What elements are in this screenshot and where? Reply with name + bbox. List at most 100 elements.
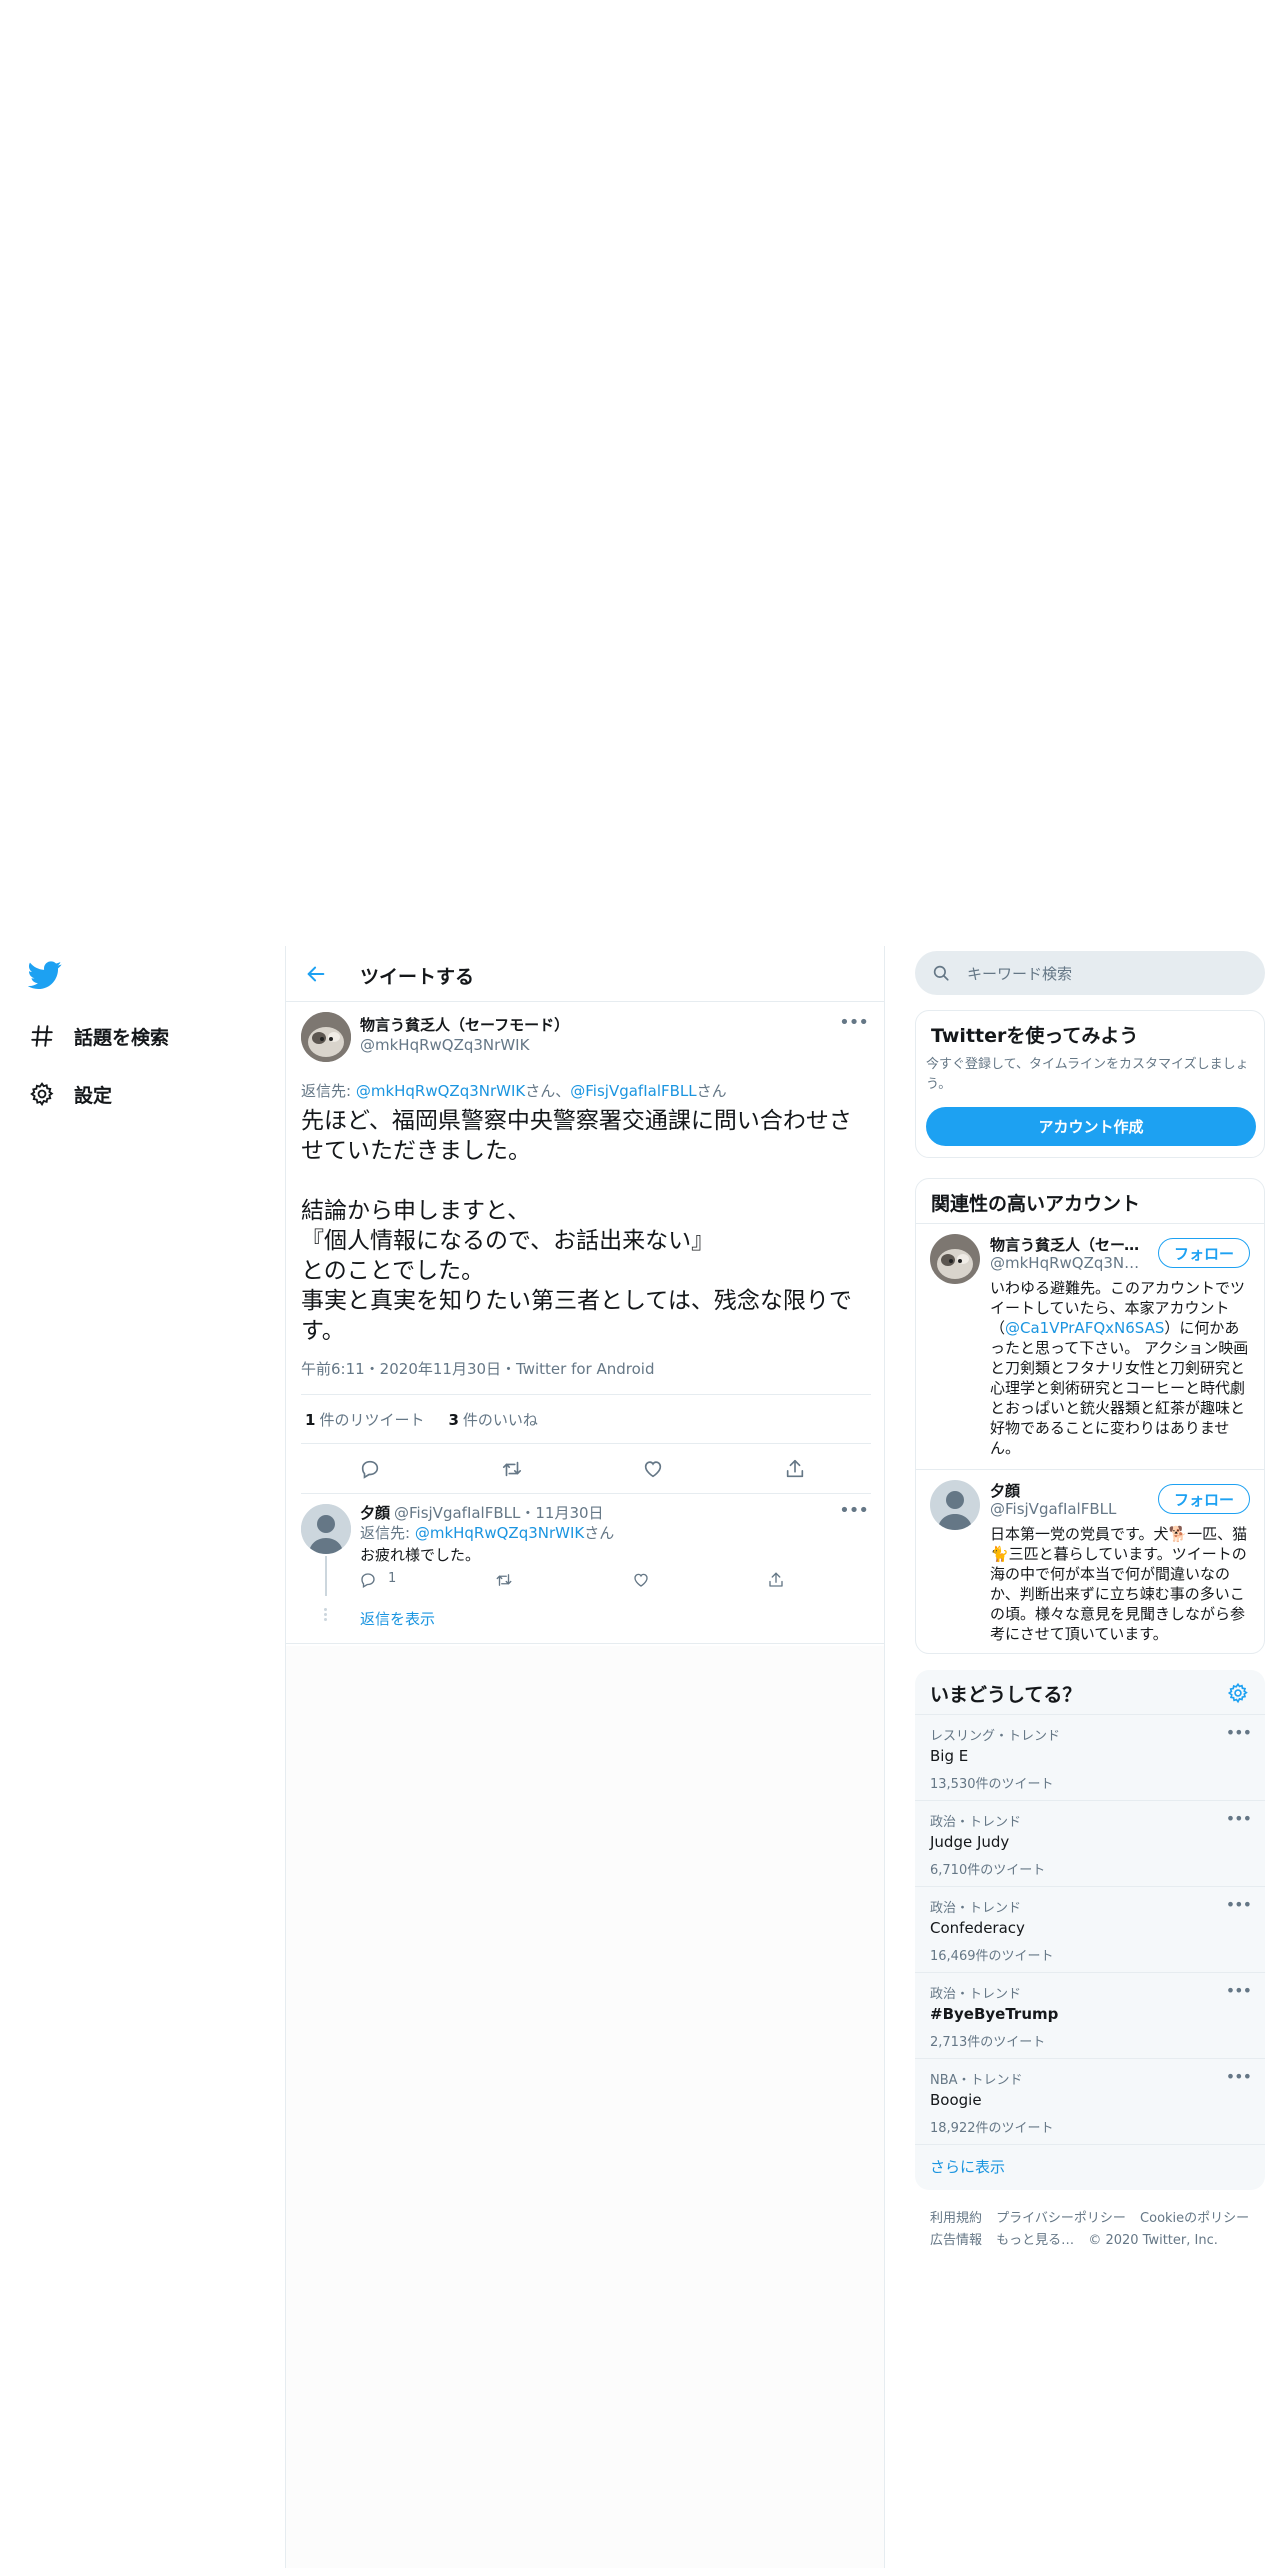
tweet-text: 先ほど、福岡県警察中央警察署交通課に問い合わせさせていただきました。 結論から申… bbox=[301, 1108, 852, 1344]
gear-icon[interactable] bbox=[1227, 1682, 1251, 1706]
trend-name: Big E bbox=[930, 1747, 969, 1765]
trends-title: いまどうしてる？ bbox=[930, 1684, 1082, 1706]
more-options-icon[interactable]: ••• bbox=[1226, 1895, 1252, 1914]
twitter-logo-icon[interactable] bbox=[27, 958, 62, 992]
footer-link[interactable]: Cookieのポリシー bbox=[1140, 2211, 1249, 2226]
more-options-icon[interactable]: ••• bbox=[1226, 1723, 1252, 1742]
more-options-icon[interactable]: ••• bbox=[1226, 1981, 1252, 2000]
like-stat[interactable]: 3 件のいいね bbox=[448, 1409, 537, 1430]
reply-count: 1 bbox=[388, 1571, 397, 1586]
more-options-icon[interactable]: ••• bbox=[1226, 1809, 1252, 1828]
trends-card: いまどうしてる？ レスリング・トレンド Big E 13,530件のツイート •… bbox=[915, 1670, 1265, 2190]
trend-name: Boogie bbox=[930, 2091, 982, 2109]
reply-to-line: 返信先: @mkHqRwQZq3NrWIKさん、@FisjVgafIalFBLL… bbox=[301, 1080, 727, 1101]
retweet-label: 件のリツイート bbox=[319, 1410, 425, 1429]
tweet-stats: 1 件のリツイート 3 件のいいね bbox=[301, 1394, 871, 1444]
like-count: 3 bbox=[448, 1410, 459, 1429]
search-input[interactable]: キーワード検索 bbox=[967, 963, 1072, 984]
share-icon[interactable] bbox=[782, 1456, 808, 1482]
retweet-count: 1 bbox=[305, 1410, 316, 1429]
trend-item[interactable]: 政治・トレンド Confederacy 16,469件のツイート ••• bbox=[915, 1886, 1265, 1972]
reply-user-link[interactable]: @mkHqRwQZq3NrWIK bbox=[356, 1082, 525, 1100]
right-column: キーワード検索 Twitterを使ってみよう 今すぐ登録して、タイムラインをカス… bbox=[915, 946, 1265, 2568]
retweet-stat[interactable]: 1 件のリツイート bbox=[305, 1409, 424, 1430]
like-icon[interactable] bbox=[631, 1570, 651, 1590]
related-title: 関連性の高いアカウント bbox=[931, 1193, 1141, 1215]
back-arrow-icon[interactable] bbox=[302, 960, 330, 988]
show-replies-link[interactable]: 返信を表示 bbox=[360, 1608, 435, 1629]
search-bar[interactable]: キーワード検索 bbox=[915, 951, 1265, 995]
thread-dots bbox=[323, 1606, 329, 1626]
avatar[interactable] bbox=[301, 1012, 351, 1062]
retweet-icon[interactable] bbox=[494, 1570, 514, 1590]
reply-author-name[interactable]: 夕顔 bbox=[360, 1502, 390, 1523]
tweet-author-name[interactable]: 物言う貧乏人（セーフモード） bbox=[360, 1014, 569, 1035]
more-options-icon[interactable]: ••• bbox=[839, 1500, 869, 1521]
header: ツイートする bbox=[286, 946, 884, 1002]
account-name[interactable]: 夕顔 bbox=[990, 1480, 1140, 1501]
follow-button[interactable]: フォロー bbox=[1158, 1238, 1250, 1268]
reply-user-link[interactable]: @mkHqRwQZq3NrWIK bbox=[415, 1524, 584, 1542]
reply-suffix: さん bbox=[696, 1082, 727, 1100]
like-label: 件のいいね bbox=[462, 1410, 538, 1429]
page-title: ツイートする bbox=[360, 966, 475, 988]
trend-item[interactable]: 政治・トレンド #ByeByeTrump 2,713件のツイート ••• bbox=[915, 1972, 1265, 2058]
footer-row: 利用規約 プライバシーポリシー Cookieのポリシー bbox=[930, 2208, 1260, 2230]
footer-link[interactable]: もっと見る… bbox=[996, 2233, 1074, 2248]
share-icon[interactable] bbox=[766, 1570, 786, 1590]
trend-item[interactable]: NBA・トレンド Boogie 18,922件のツイート ••• bbox=[915, 2058, 1265, 2144]
footer-row: 広告情報 もっと見る… © 2020 Twitter, Inc. bbox=[930, 2230, 1260, 2252]
tweet-timestamp[interactable]: 午前6:11・2020年11月30日・Twitter for Android bbox=[301, 1358, 654, 1379]
trend-item[interactable]: レスリング・トレンド Big E 13,530件のツイート ••• bbox=[915, 1714, 1265, 1800]
footer-link[interactable]: 広告情報 bbox=[930, 2233, 982, 2248]
reply-tweet[interactable]: 夕顔 @FisjVgafIalFBLL・11月30日 ••• 返信先: @mkH… bbox=[286, 1494, 884, 1644]
nav-settings-label: 設定 bbox=[74, 1084, 113, 1107]
account-item[interactable]: 夕顔 @FisjVgafIalFBLL フォロー 日本第一党の党員です。犬🐕一匹… bbox=[916, 1469, 1264, 1653]
thread-line bbox=[325, 1556, 327, 1596]
create-account-button[interactable]: アカウント作成 bbox=[926, 1107, 1256, 1146]
nav-settings[interactable]: 設定 bbox=[28, 1074, 112, 1114]
more-options-icon[interactable]: ••• bbox=[839, 1012, 869, 1033]
show-more-link[interactable]: さらに表示 bbox=[930, 2156, 1005, 2177]
trend-count: 13,530件のツイート bbox=[930, 1777, 1054, 1792]
avatar[interactable] bbox=[930, 1480, 980, 1530]
tweet-author-handle[interactable]: @mkHqRwQZq3NrWIK bbox=[360, 1036, 529, 1054]
avatar[interactable] bbox=[930, 1234, 980, 1284]
left-nav: 話題を検索 設定 bbox=[0, 946, 285, 2568]
bio-link[interactable]: @Ca1VPrAFQxN6SAS bbox=[1005, 1319, 1164, 1337]
reply-icon[interactable] bbox=[357, 1456, 383, 1482]
reply-icon[interactable] bbox=[358, 1570, 378, 1590]
signup-card: Twitterを使ってみよう 今すぐ登録して、タイムラインをカスタマイズしましょ… bbox=[915, 1010, 1265, 1158]
hashtag-icon bbox=[28, 1022, 56, 1050]
account-handle[interactable]: @FisjVgafIalFBLL bbox=[990, 1500, 1140, 1518]
like-icon[interactable] bbox=[640, 1456, 666, 1482]
account-handle[interactable]: @mkHqRwQZq3NrWIK bbox=[990, 1254, 1140, 1272]
trend-name: Judge Judy bbox=[930, 1833, 1010, 1851]
trend-category: 政治・トレンド bbox=[930, 1987, 1022, 2002]
follow-button[interactable]: フォロー bbox=[1158, 1484, 1250, 1514]
reply-author-handle[interactable]: @FisjVgafIalFBLL・11月30日 bbox=[394, 1502, 604, 1523]
footer-link[interactable]: プライバシーポリシー bbox=[996, 2211, 1126, 2226]
nav-explore-label: 話題を検索 bbox=[74, 1026, 170, 1049]
trend-category: 政治・トレンド bbox=[930, 1901, 1022, 1916]
retweet-icon[interactable] bbox=[499, 1456, 525, 1482]
reply-prefix: 返信先: bbox=[360, 1524, 415, 1542]
trend-name: Confederacy bbox=[930, 1919, 1025, 1937]
main-background bbox=[286, 1646, 884, 2568]
search-icon bbox=[931, 963, 951, 983]
trend-count: 18,922件のツイート bbox=[930, 2121, 1054, 2136]
reply-suffix: さん bbox=[584, 1524, 615, 1542]
footer: 利用規約 プライバシーポリシー Cookieのポリシー 広告情報 もっと見る… … bbox=[930, 2208, 1260, 2252]
trend-count: 6,710件のツイート bbox=[930, 1863, 1046, 1878]
tweet-actions bbox=[301, 1444, 871, 1494]
account-item[interactable]: 物言う貧乏人（セーフモード） @mkHqRwQZq3NrWIK フォロー いわゆ… bbox=[916, 1223, 1264, 1469]
trend-count: 2,713件のツイート bbox=[930, 2035, 1046, 2050]
trend-item[interactable]: 政治・トレンド Judge Judy 6,710件のツイート ••• bbox=[915, 1800, 1265, 1886]
more-options-icon[interactable]: ••• bbox=[1226, 2067, 1252, 2086]
reply-user-link[interactable]: @FisjVgafIalFBLL bbox=[570, 1082, 696, 1100]
avatar[interactable] bbox=[301, 1504, 351, 1554]
app-layout: 話題を検索 設定 ツイートする 物言う貧乏人（セーフモード） @mkHqRwQZ… bbox=[0, 946, 1284, 2568]
footer-link[interactable]: 利用規約 bbox=[930, 2211, 982, 2226]
nav-explore[interactable]: 話題を検索 bbox=[28, 1016, 169, 1056]
account-name[interactable]: 物言う貧乏人（セーフモード） bbox=[990, 1234, 1140, 1255]
